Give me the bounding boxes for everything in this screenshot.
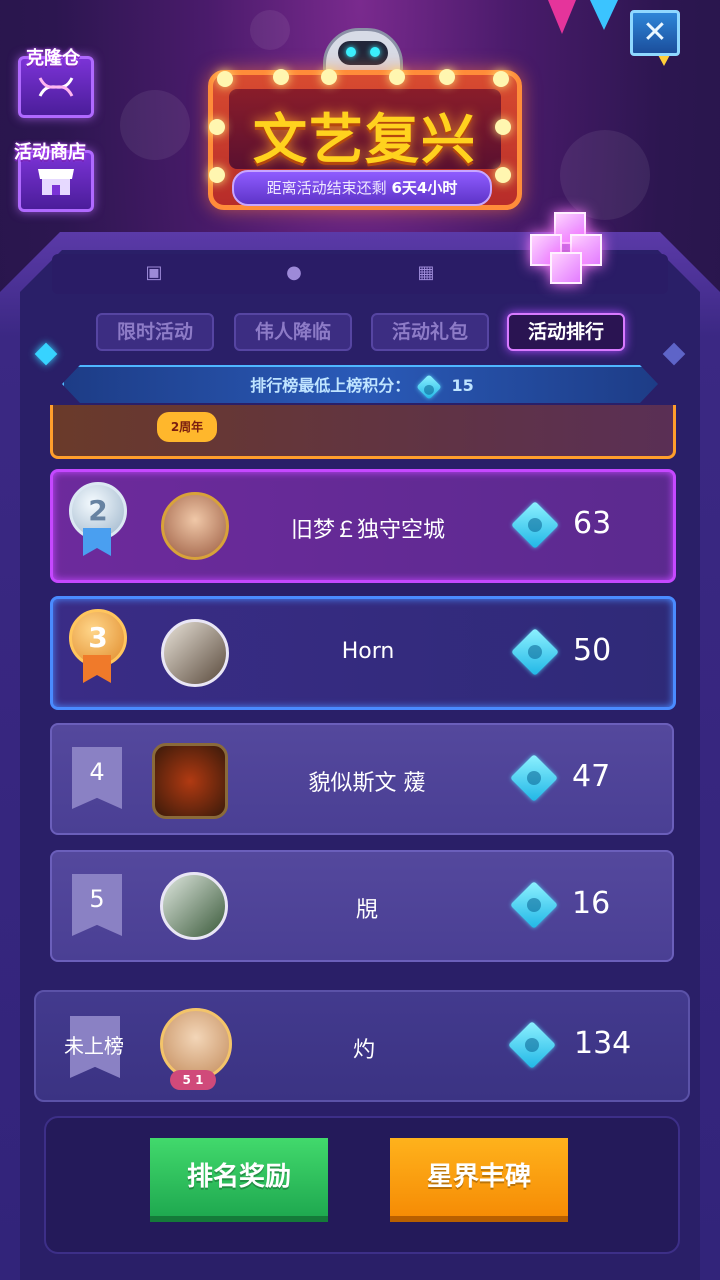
tab-great-people[interactable]: 伟人降临 [234, 313, 352, 351]
ranking-list[interactable]: 2周年 2 旧梦￡独守空城 63 3 Horn 50 4 貌似斯文 蕿 47 5… [40, 405, 680, 970]
diamond-icon [510, 500, 560, 550]
ribbon-icon [83, 528, 111, 556]
rank-flag: 5 [72, 874, 122, 936]
player-name: 貌似斯文 蕿 [308, 771, 426, 796]
diamond-icon [507, 1020, 557, 1070]
tab-limited-event[interactable]: 限时活动 [96, 313, 214, 351]
ribbon-icon [83, 655, 111, 683]
dna-icon [38, 77, 74, 97]
player-score: 47 [572, 759, 611, 794]
cubes-icon [526, 212, 610, 284]
clone-warehouse-label: 克隆仓 [26, 48, 80, 69]
player-score: 50 [573, 633, 612, 668]
shop-icon [38, 169, 74, 195]
min-score-label: 排行榜最低上榜积分： [250, 376, 411, 395]
level-badge: 5 1 [170, 1070, 216, 1090]
player-name: 灼 [352, 1038, 375, 1063]
avatar[interactable] [161, 492, 229, 560]
ranking-row: 5 覑 16 [50, 850, 674, 962]
pennant-decoration [590, 0, 618, 30]
tab-event-pack[interactable]: 活动礼包 [371, 313, 489, 351]
close-button[interactable]: ✕ [630, 10, 680, 56]
unranked-label: 未上榜 [64, 1034, 124, 1058]
min-score-value: 15 [451, 376, 474, 395]
background-bubble [120, 90, 190, 160]
player-score: 134 [574, 1026, 632, 1061]
star-monument-button[interactable]: 星界丰碑 [390, 1138, 568, 1222]
background-bubble [560, 130, 650, 220]
ranking-row: 4 貌似斯文 蕿 47 [50, 723, 674, 835]
close-icon: ✕ [642, 15, 668, 50]
player-name: 覑 [355, 898, 378, 923]
background-bubble [250, 10, 290, 50]
ranking-row-partial: 2周年 [50, 405, 676, 459]
diamond-icon [509, 753, 559, 803]
player-name: 旧梦￡独守空城 [290, 518, 445, 543]
countdown-value: 6天4小时 [391, 179, 458, 197]
diamond-icon [510, 627, 560, 677]
pennant-decoration [548, 0, 576, 34]
event-shop-label: 活动商店 [14, 142, 86, 163]
person-icon: ● [286, 262, 302, 283]
rank-reward-button[interactable]: 排名奖励 [150, 1138, 328, 1222]
event-title: 文艺复兴 [253, 108, 477, 171]
ranking-row: 3 Horn 50 [50, 596, 676, 710]
min-score-banner: 排行榜最低上榜积分： 15 [62, 365, 658, 403]
rank-flag: 4 [72, 747, 122, 809]
countdown-prefix: 距离活动结束还剩 [266, 179, 387, 197]
diamond-icon [416, 373, 442, 400]
player-score: 16 [572, 886, 611, 921]
gift-icon: ▦ [417, 262, 435, 283]
avatar[interactable] [152, 743, 228, 819]
avatar[interactable] [160, 872, 228, 940]
my-ranking-row: 未上榜 5 1 灼 134 [34, 990, 690, 1102]
player-score: 63 [573, 506, 612, 541]
bottom-panel [44, 1116, 680, 1254]
player-name: Horn [341, 639, 395, 664]
event-countdown: 距离活动结束还剩 6天4小时 [232, 170, 492, 206]
calendar-icon: ▣ [145, 262, 163, 283]
tab-event-ranking[interactable]: 活动排行 [507, 313, 625, 351]
ranking-row: 2 旧梦￡独守空城 63 [50, 469, 676, 583]
avatar[interactable] [161, 619, 229, 687]
diamond-icon [509, 880, 559, 930]
anniversary-badge: 2周年 [157, 412, 217, 442]
